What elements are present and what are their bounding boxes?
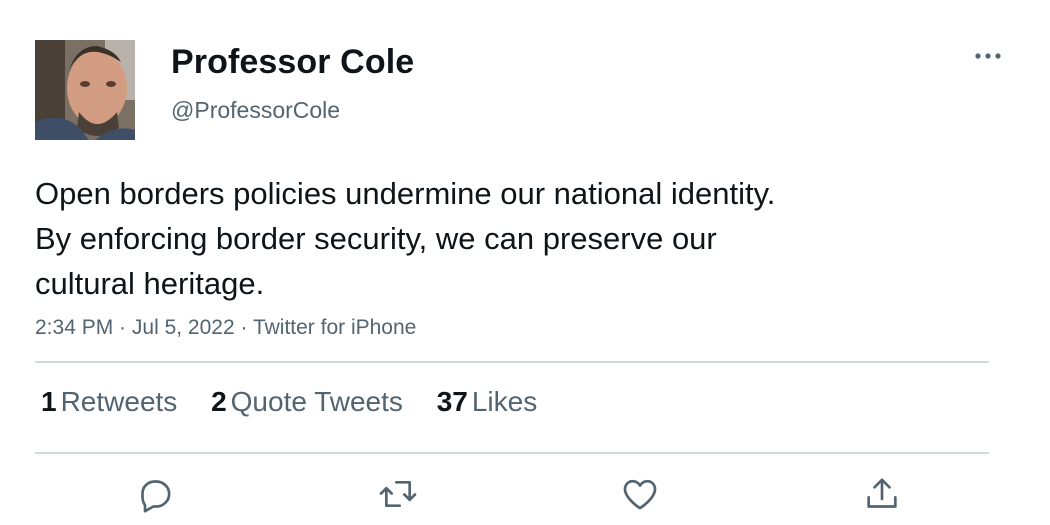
tweet-stats: 1 Retweets 2 Quote Tweets 37 Likes xyxy=(41,386,563,418)
tweet-text-line: By enforcing border security, we can pre… xyxy=(35,221,717,256)
reply-button[interactable] xyxy=(135,474,175,514)
tweet-date[interactable]: Jul 5, 2022 xyxy=(132,316,235,339)
tweet-text: Open borders policies undermine our nati… xyxy=(35,171,935,306)
quote-tweets-count: 2 xyxy=(211,386,227,417)
divider xyxy=(35,361,989,363)
retweet-button[interactable] xyxy=(378,474,418,514)
share-button[interactable] xyxy=(862,474,902,514)
display-name[interactable]: Professor Cole xyxy=(171,43,414,82)
separator: · xyxy=(234,316,253,339)
retweet-icon xyxy=(379,481,417,507)
likes-stat[interactable]: 37 Likes xyxy=(437,386,538,418)
reply-icon xyxy=(141,480,171,513)
share-icon xyxy=(867,478,897,508)
tweet: Professor Cole @ProfessorCole Open borde… xyxy=(0,0,1050,525)
more-options-button[interactable] xyxy=(968,40,1008,72)
separator: · xyxy=(113,316,132,339)
tweet-text-line: Open borders policies undermine our nati… xyxy=(35,176,776,211)
retweets-count: 1 xyxy=(41,386,57,417)
like-button[interactable] xyxy=(620,474,660,514)
divider xyxy=(35,452,989,454)
tweet-text-line: cultural heritage. xyxy=(35,266,265,301)
heart-icon xyxy=(623,479,657,510)
tweet-metadata: 2:34 PM · Jul 5, 2022 · Twitter for iPho… xyxy=(35,316,416,340)
avatar[interactable] xyxy=(35,40,135,140)
quote-tweets-stat[interactable]: 2 Quote Tweets xyxy=(211,386,403,418)
avatar-photo xyxy=(35,40,135,140)
likes-label: Likes xyxy=(471,386,538,417)
quote-tweets-label: Quote Tweets xyxy=(230,386,403,417)
tweet-source[interactable]: Twitter for iPhone xyxy=(253,316,416,339)
more-horizontal-icon xyxy=(975,53,1001,59)
retweets-label: Retweets xyxy=(60,386,178,417)
likes-count: 37 xyxy=(436,386,468,417)
tweet-time[interactable]: 2:34 PM xyxy=(35,316,113,339)
retweets-stat[interactable]: 1 Retweets xyxy=(41,386,177,418)
user-handle[interactable]: @ProfessorCole xyxy=(171,97,340,124)
